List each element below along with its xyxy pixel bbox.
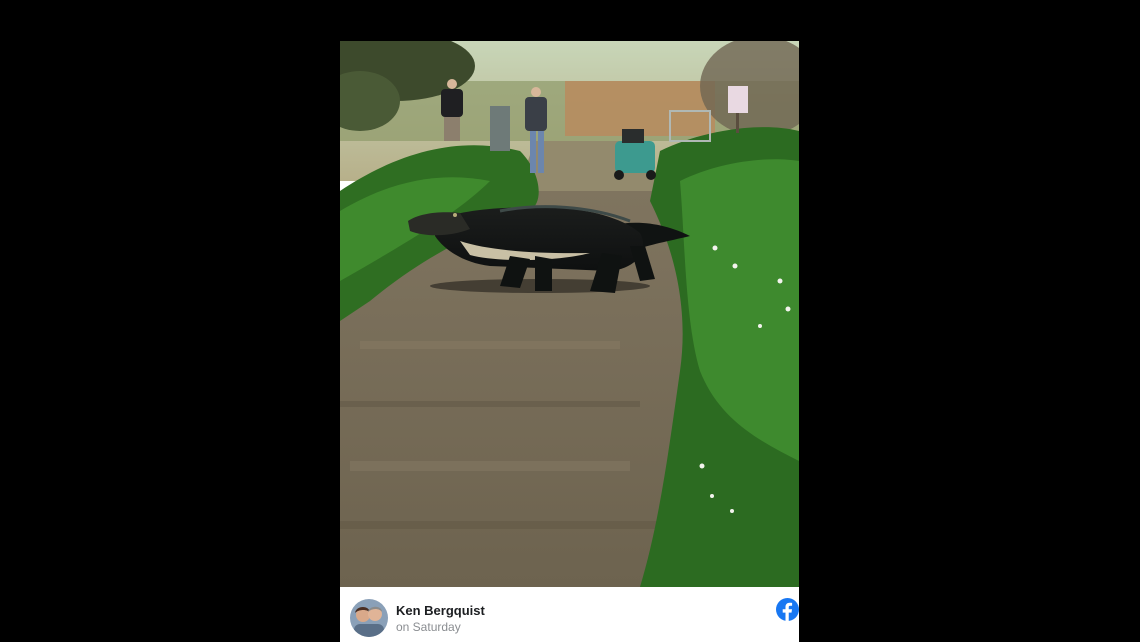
post-photo[interactable] bbox=[340, 41, 799, 587]
author-name[interactable]: Ken Bergquist bbox=[396, 603, 485, 618]
facebook-icon[interactable] bbox=[776, 598, 799, 621]
embedded-facebook-post: Ken Bergquist on Saturday bbox=[340, 41, 799, 642]
author-avatar[interactable] bbox=[350, 599, 388, 637]
media-viewer: Ken Bergquist on Saturday bbox=[0, 0, 1140, 642]
post-footer: Ken Bergquist on Saturday bbox=[340, 587, 799, 642]
post-timestamp[interactable]: on Saturday bbox=[396, 620, 461, 634]
profile-photo-avatar-icon bbox=[350, 599, 388, 637]
alligator-photo-illustration bbox=[340, 41, 799, 587]
